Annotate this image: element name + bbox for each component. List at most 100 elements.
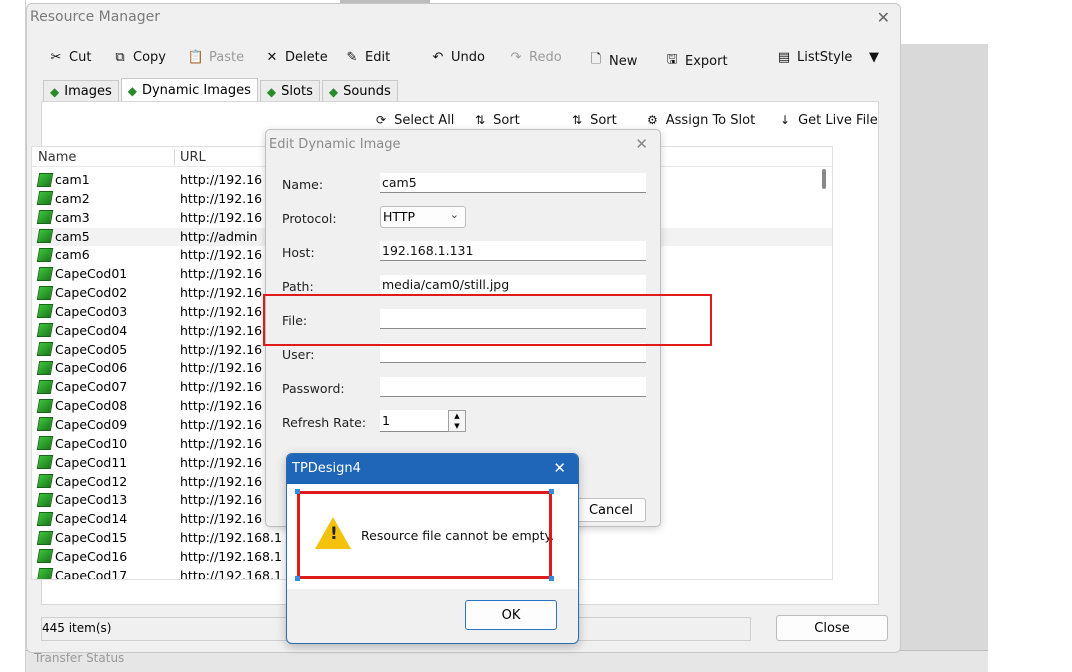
item-url: http://192.16 — [180, 492, 263, 508]
liststyle-icon: ▤ — [777, 50, 791, 65]
dynamic-image-icon — [36, 172, 54, 187]
user-input[interactable] — [380, 343, 646, 363]
protocol-label: Protocol: — [282, 211, 337, 226]
item-url: http://192.16 — [180, 266, 263, 282]
item-name-text: CapeCod13 — [55, 492, 128, 508]
undo-label: Undo — [451, 50, 485, 65]
list-tool-sort[interactable]: ⇅ Sort — [475, 113, 520, 128]
item-name: CapeCod04 — [36, 323, 127, 338]
redo-button[interactable]: ↷ Redo — [507, 50, 562, 65]
dynamic-image-icon — [36, 229, 54, 244]
tab-slots[interactable]: ◆ Slots — [259, 80, 320, 102]
name-input[interactable] — [380, 173, 646, 193]
column-header-name[interactable]: Name — [38, 150, 76, 165]
item-name: CapeCod17 — [36, 567, 128, 580]
tab-label: Sounds — [343, 84, 391, 99]
item-url: http://192.16 — [180, 190, 263, 206]
refresh-rate-spinner[interactable]: 1 ▲ ▼ — [380, 410, 466, 432]
dynamic-image-icon — [36, 266, 54, 281]
paste-label: Paste — [209, 50, 245, 65]
close-icon[interactable]: ✕ — [553, 459, 566, 477]
list-tool-get-live-file[interactable]: ↓ Get Live File — [780, 113, 878, 128]
dynamic-image-icon — [36, 191, 54, 206]
password-input[interactable] — [380, 377, 646, 397]
resource-tabs: ◆ Images ◆ Dynamic Images ◆ Slots ◆ Sounds — [43, 78, 400, 102]
list-scrollbar-thumb[interactable] — [822, 169, 826, 189]
item-name-text: CapeCod12 — [55, 473, 128, 489]
delete-label: Delete — [285, 50, 328, 65]
item-url: http://192.16 — [180, 322, 263, 338]
item-url: http://admin — [180, 228, 258, 244]
close-icon[interactable]: ✕ — [877, 8, 890, 27]
selection-handle — [295, 576, 300, 581]
tool-label: Get Live File — [798, 113, 878, 128]
liststyle-button[interactable]: ▤ ListStyle — [775, 50, 853, 65]
undo-button[interactable]: ↶ Undo — [429, 50, 485, 65]
host-input[interactable] — [380, 241, 646, 261]
item-name-text: CapeCod07 — [55, 379, 128, 395]
file-field-highlight — [263, 294, 712, 346]
item-url: http://192.16 — [180, 398, 263, 414]
export-button[interactable]: 🖫 Export — [663, 50, 728, 72]
tool-icon: ⚙ — [647, 113, 658, 127]
message-box-titlebar: TPDesign4 ✕ — [287, 454, 578, 484]
list-tool-sort[interactable]: ⇅ Sort — [572, 113, 617, 128]
new-icon: 🗋 — [590, 52, 602, 67]
dynamic-image-icon — [36, 568, 54, 579]
item-name: cam6 — [36, 247, 90, 262]
cut-label: Cut — [69, 50, 92, 65]
paste-button[interactable]: 📋 Paste — [187, 50, 244, 65]
path-input[interactable] — [380, 275, 646, 295]
copy-icon: ⧉ — [115, 50, 125, 65]
edit-button[interactable]: ✎ Edit — [343, 50, 391, 65]
message-box-title: TPDesign4 — [292, 461, 361, 476]
item-name: cam2 — [36, 191, 90, 206]
transfer-status-label: Transfer Status — [34, 651, 125, 665]
ok-button[interactable]: OK — [465, 600, 557, 630]
copy-label: Copy — [133, 50, 166, 65]
password-label: Password: — [282, 381, 345, 396]
delete-icon: ✕ — [266, 50, 278, 65]
cancel-button[interactable]: Cancel — [576, 498, 646, 522]
item-name: CapeCod06 — [36, 360, 127, 375]
path-label: Path: — [282, 279, 314, 294]
item-name: CapeCod13 — [36, 492, 128, 508]
tab-images[interactable]: ◆ Images — [43, 80, 119, 102]
dynamic-image-icon — [36, 436, 54, 451]
liststyle-menu-label: ▼ — [869, 50, 879, 65]
tab-sounds[interactable]: ◆ Sounds — [321, 80, 398, 102]
list-tool-select-all[interactable]: ⟳ Select All — [376, 113, 454, 128]
column-divider[interactable] — [174, 149, 175, 165]
cut-button[interactable]: ✂ Cut — [47, 50, 92, 65]
close-button[interactable]: Close — [776, 615, 888, 641]
selection-handle — [549, 576, 554, 581]
edit-label: Edit — [365, 50, 391, 65]
tab-label: Slots — [281, 84, 313, 99]
copy-button[interactable]: ⧉ Copy — [111, 50, 166, 65]
item-name: CapeCod12 — [36, 473, 128, 489]
redo-icon: ↷ — [510, 50, 522, 65]
undo-icon: ↶ — [432, 50, 444, 65]
liststyle-menu-button[interactable]: ▼ — [869, 50, 879, 65]
spin-up-icon[interactable]: ▲ — [449, 411, 465, 421]
item-url: http://192.168.1 — [180, 530, 282, 546]
dynamic-image-icon — [36, 492, 54, 507]
spin-down-icon[interactable]: ▼ — [449, 421, 465, 431]
dynamic-image-icon — [36, 323, 54, 338]
delete-button[interactable]: ✕ Delete — [263, 50, 328, 65]
item-name-text: CapeCod17 — [55, 567, 128, 580]
tab-dynamic-images[interactable]: ◆ Dynamic Images — [120, 78, 258, 102]
new-button[interactable]: 🗋 New — [587, 50, 638, 72]
dynamic-image-icon — [36, 247, 54, 262]
item-name-text: CapeCod02 — [55, 285, 128, 301]
list-tool-assign-to-slot[interactable]: ⚙ Assign To Slot — [647, 113, 755, 128]
item-name: CapeCod08 — [36, 398, 127, 413]
dynamic-image-icon — [36, 285, 54, 300]
item-name-text: cam1 — [55, 172, 90, 187]
export-label: Export — [685, 53, 728, 69]
dynamic-image-icon — [36, 417, 54, 432]
protocol-select[interactable]: HTTP ⌄ — [380, 206, 466, 228]
close-icon[interactable]: ✕ — [635, 135, 648, 153]
column-header-url[interactable]: URL — [180, 150, 206, 165]
dynamic-image-icon — [36, 549, 54, 564]
